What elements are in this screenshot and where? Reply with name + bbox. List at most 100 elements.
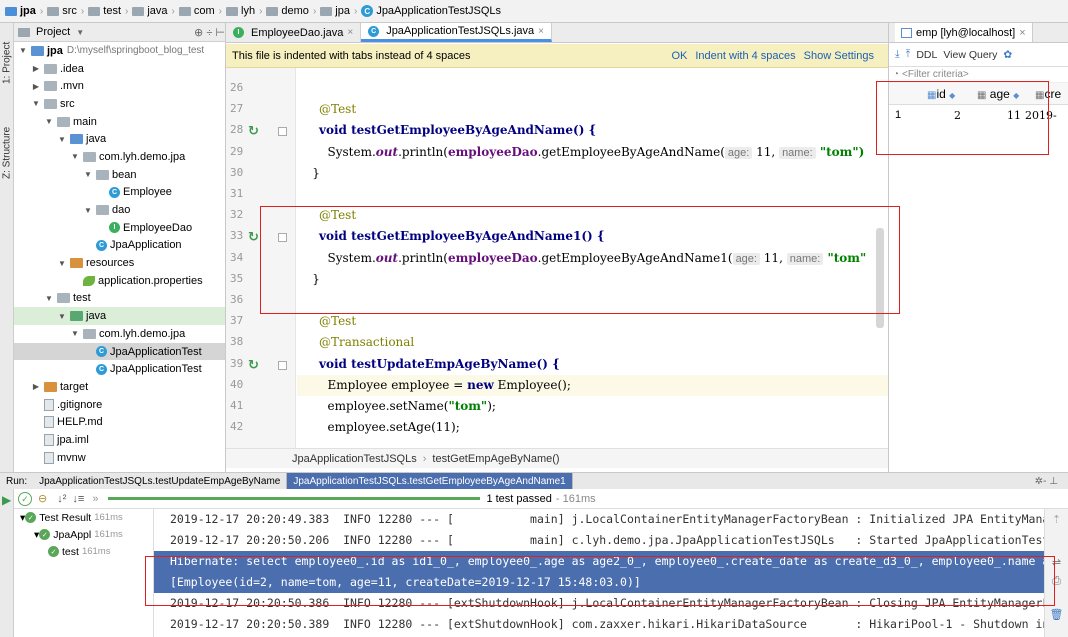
- breadcrumb-item[interactable]: java: [129, 5, 170, 17]
- tree-item[interactable]: ▶ .mvn: [14, 77, 225, 95]
- fold-icon[interactable]: [278, 127, 287, 137]
- chevron-down-icon[interactable]: ▼: [31, 99, 41, 108]
- banner-settings-link[interactable]: Show Settings: [804, 50, 874, 62]
- tree-item[interactable]: ▼ test: [14, 290, 225, 308]
- tree-item[interactable]: ▼ java: [14, 130, 225, 148]
- close-icon[interactable]: ×: [538, 26, 544, 37]
- tree-item[interactable]: ▼ src: [14, 95, 225, 113]
- tree-item[interactable]: .gitignore: [14, 396, 225, 414]
- play-icon[interactable]: ▶: [0, 489, 13, 511]
- test-tree-item[interactable]: ✓ test 161ms: [14, 543, 153, 560]
- tree-item[interactable]: ▼ resources: [14, 254, 225, 272]
- tree-item[interactable]: mvnw: [14, 449, 225, 467]
- stop-icon[interactable]: ⊖: [38, 492, 47, 505]
- chevron-down-icon[interactable]: ▼: [57, 312, 67, 321]
- sort-duration-icon[interactable]: ↓≡: [72, 493, 84, 505]
- chevron-right-icon[interactable]: ▶: [31, 82, 41, 91]
- sort-icon[interactable]: ↓²: [57, 493, 66, 505]
- editor-tab[interactable]: C JpaApplicationTestJSQLs.java ×: [361, 23, 552, 42]
- banner-indent-link[interactable]: Indent with 4 spaces: [695, 50, 795, 62]
- breadcrumb-item[interactable]: jpa: [317, 5, 353, 17]
- chevron-right-icon[interactable]: ▶: [31, 64, 41, 73]
- project-header-label[interactable]: Project: [36, 26, 70, 38]
- chevron-down-icon[interactable]: ▼: [83, 206, 93, 215]
- cell-id[interactable]: 2: [919, 109, 961, 122]
- upload-icon[interactable]: ⤒: [906, 48, 911, 61]
- tree-item[interactable]: I EmployeeDao: [14, 219, 225, 237]
- chevron-down-icon[interactable]: ▼: [76, 28, 84, 37]
- scroll-up-icon[interactable]: ⇡: [1045, 509, 1068, 526]
- settings-icon[interactable]: ✿: [1003, 49, 1012, 61]
- chevron-down-icon[interactable]: ▼: [83, 170, 93, 179]
- tree-item[interactable]: C JpaApplication: [14, 237, 225, 255]
- tree-item[interactable]: C JpaApplicationTest: [14, 342, 225, 361]
- editor-tab[interactable]: I EmployeeDao.java ×: [226, 23, 362, 42]
- run-test-icon[interactable]: ↻: [248, 357, 262, 372]
- breadcrumb-item[interactable]: demo: [263, 5, 312, 17]
- test-tree-item[interactable]: ▾ ✓ JpaAppl 161ms: [14, 526, 153, 543]
- run-test-icon[interactable]: ↻: [248, 123, 262, 138]
- chevron-down-icon[interactable]: ▼: [44, 294, 54, 303]
- tree-item[interactable]: C JpaApplicationTest: [14, 360, 225, 378]
- run-test-icon[interactable]: ↻: [248, 229, 262, 244]
- editor-breadcrumb-method[interactable]: testGetEmpAgeByName(): [432, 453, 559, 465]
- cell-age[interactable]: 11: [961, 109, 1021, 122]
- run-tab-update[interactable]: JpaApplicationTestJSQLs.testUpdateEmpAge…: [33, 473, 288, 489]
- run-tab-get[interactable]: JpaApplicationTestJSQLs.testGetEmployeeB…: [287, 473, 573, 489]
- editor-breadcrumb-class[interactable]: JpaApplicationTestJSQLs: [292, 453, 417, 465]
- tree-item[interactable]: ▶ target: [14, 378, 225, 396]
- gear-icon[interactable]: ✲- ⊥: [1035, 476, 1068, 487]
- view-query-button[interactable]: View Query: [943, 49, 997, 61]
- wrap-icon[interactable]: ⇌: [1045, 526, 1068, 569]
- breadcrumb-item[interactable]: test: [85, 5, 124, 17]
- db-filter[interactable]: ◔ <Filter criteria>: [889, 67, 1068, 83]
- test-tree-item[interactable]: ▾ ✓ Test Result 161ms: [14, 509, 153, 526]
- column-header-age[interactable]: ▦ age ◆: [971, 87, 1035, 101]
- tree-item[interactable]: ▼ main: [14, 113, 225, 131]
- tree-item[interactable]: ▼ bean: [14, 166, 225, 184]
- download-icon[interactable]: ⤓: [895, 48, 900, 61]
- breadcrumb-item[interactable]: src: [44, 5, 80, 17]
- project-tool-tab[interactable]: 1: Project: [1, 27, 13, 99]
- close-icon[interactable]: ×: [347, 27, 353, 38]
- column-header-id[interactable]: ▦id ◆: [927, 87, 971, 101]
- chevron-right-icon[interactable]: ▶: [31, 382, 41, 391]
- tree-item[interactable]: ▶ .idea: [14, 60, 225, 78]
- trash-icon[interactable]: 🗑: [1045, 588, 1068, 621]
- fold-icon[interactable]: [278, 233, 287, 243]
- chevron-down-icon[interactable]: ▼: [70, 152, 80, 161]
- cell-cre[interactable]: 2019-: [1021, 109, 1057, 122]
- tree-item[interactable]: ▼ dao: [14, 201, 225, 219]
- chevron-down-icon[interactable]: ▼: [18, 46, 28, 55]
- print-icon[interactable]: ⎙: [1045, 569, 1068, 588]
- console-output[interactable]: 2019-12-17 20:20:49.383 INFO 12280 --- […: [154, 509, 1044, 637]
- tree-item[interactable]: ▼ java: [14, 307, 225, 325]
- tree-item[interactable]: ▼ com.lyh.demo.jpa: [14, 148, 225, 166]
- tree-item[interactable]: jpa.iml: [14, 431, 225, 449]
- close-icon[interactable]: ×: [1019, 27, 1025, 39]
- chevron-down-icon[interactable]: ▼: [70, 329, 80, 338]
- breadcrumb-item[interactable]: C JpaApplicationTestJSQLs: [358, 5, 504, 17]
- code-editor[interactable]: @Test void testGetEmployeeByAgeAndName() …: [297, 68, 888, 448]
- fold-icon[interactable]: [278, 360, 287, 370]
- db-tab[interactable]: emp [lyh@localhost] ×: [895, 23, 1033, 42]
- more-icon[interactable]: »: [92, 493, 98, 505]
- tree-item[interactable]: HELP.md: [14, 413, 225, 431]
- chevron-down-icon[interactable]: ▼: [57, 259, 67, 268]
- tree-item[interactable]: ▼ jpa D:\myself\springboot_blog_test: [14, 42, 225, 60]
- ddl-button[interactable]: DDL: [916, 49, 937, 61]
- tree-item[interactable]: ▼ com.lyh.demo.jpa: [14, 325, 225, 343]
- editor-scrollbar[interactable]: [876, 228, 884, 328]
- db-grid-row[interactable]: 1 2 11 2019-: [889, 105, 1068, 125]
- breadcrumb-item[interactable]: lyh: [223, 5, 258, 17]
- gear-icon[interactable]: ⊕ ÷ ⊢: [194, 26, 225, 39]
- chevron-down-icon[interactable]: ▼: [57, 135, 67, 144]
- banner-ok-link[interactable]: OK: [671, 50, 687, 62]
- breadcrumb-item[interactable]: com: [176, 5, 218, 17]
- column-header-cre[interactable]: ▦cre: [1035, 87, 1061, 101]
- breadcrumb-item[interactable]: jpa: [2, 5, 39, 17]
- structure-tool-tab[interactable]: Z: Structure: [1, 113, 13, 193]
- check-icon[interactable]: ✓: [18, 491, 32, 506]
- chevron-down-icon[interactable]: ▼: [44, 117, 54, 126]
- tree-item[interactable]: C Employee: [14, 184, 225, 202]
